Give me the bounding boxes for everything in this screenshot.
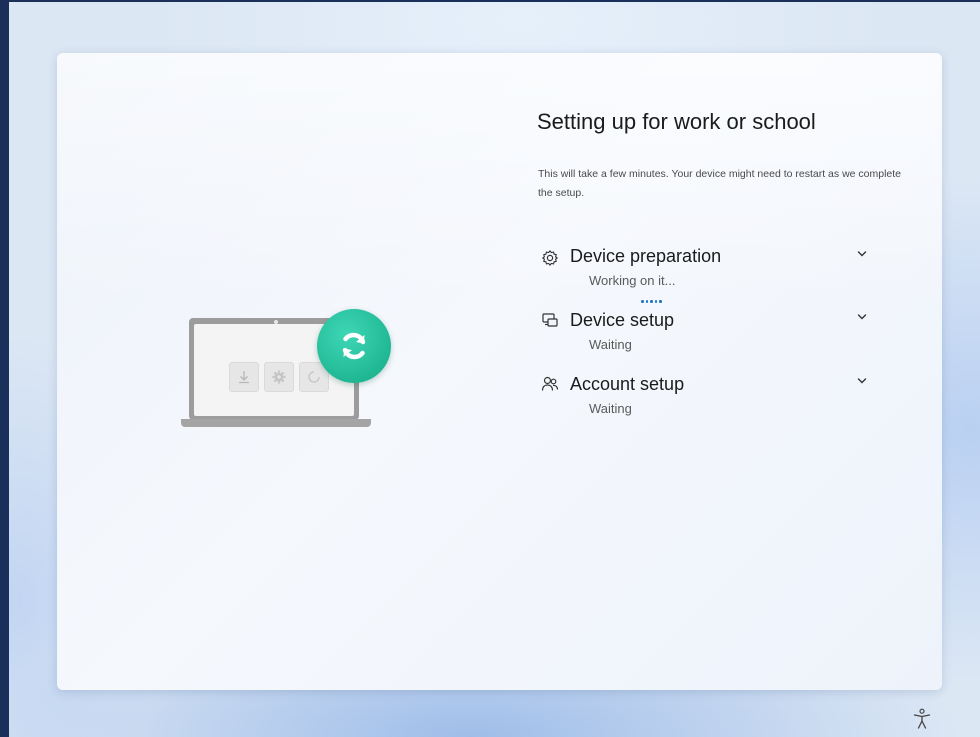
devices-icon — [542, 313, 558, 327]
step-status: Waiting — [589, 337, 632, 352]
step-name: Device preparation — [570, 246, 722, 266]
people-icon — [541, 376, 559, 391]
window-frame-top — [0, 0, 980, 2]
sync-icon — [317, 309, 391, 383]
step-status: Waiting — [589, 401, 632, 416]
accessibility-icon[interactable] — [912, 708, 932, 730]
window-frame-edge — [0, 0, 9, 737]
progress-indicator — [641, 300, 662, 303]
gear-icon — [542, 250, 558, 266]
chevron-down-icon[interactable] — [854, 309, 870, 325]
setup-description: This will take a few minutes. Your devic… — [538, 168, 902, 199]
download-icon — [229, 362, 259, 392]
step-status: Working on it... — [589, 273, 676, 288]
laptop-base — [181, 419, 371, 427]
setup-card: Setting up for work or school This will … — [57, 53, 942, 690]
chevron-down-icon[interactable] — [854, 373, 870, 389]
page-title: Setting up for work or school — [537, 109, 816, 134]
step-name: Account setup — [570, 374, 685, 394]
settings-icon — [264, 362, 294, 392]
step-name: Device setup — [570, 310, 675, 330]
chevron-down-icon[interactable] — [854, 246, 870, 262]
